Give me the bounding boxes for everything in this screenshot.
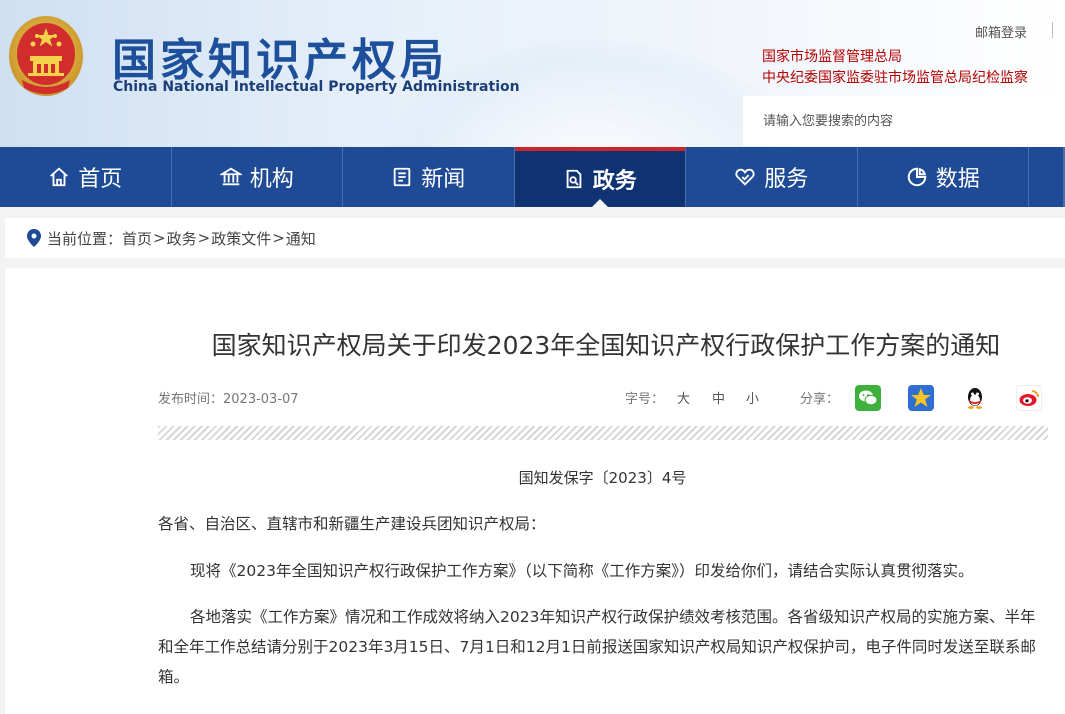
discipline-inspection-link[interactable]: 中央纪委国家监委驻市场监管总局纪检监察: [762, 67, 1028, 87]
service-icon: [735, 168, 755, 186]
article-title: 国家知识产权局关于印发2023年全国知识产权行政保护工作方案的通知: [211, 331, 1001, 360]
institution-icon: [219, 167, 242, 186]
breadcrumb-notice[interactable]: 通知: [286, 228, 316, 249]
nav-item-institution[interactable]: 机构: [172, 147, 343, 207]
breadcrumb-home[interactable]: 首页: [122, 228, 152, 249]
document-number: 国知发保字〔2023〕4号: [518, 469, 687, 487]
publish-date: 2023-03-07: [223, 392, 299, 407]
font-size-large[interactable]: 大: [677, 388, 690, 407]
paragraph-2: 各地落实《工作方案》情况和工作成效将纳入2023年知识产权行政保护绩效考核范围。…: [158, 608, 1036, 686]
breadcrumb-separator: >: [197, 229, 211, 247]
nav-item-government-affairs[interactable]: 政务: [514, 147, 686, 208]
nav-label: 政务: [592, 169, 637, 194]
nav-item-home[interactable]: 首页: [0, 147, 172, 207]
top-divider: [1052, 22, 1053, 38]
publish-label: 发布时间：: [158, 392, 224, 407]
nav-label: 新闻: [421, 167, 466, 192]
share-label: 分享：: [800, 392, 840, 407]
wechat-icon[interactable]: [855, 385, 881, 411]
qzone-icon[interactable]: [908, 385, 934, 411]
font-size-small[interactable]: 小: [746, 388, 759, 407]
font-size-label: 字号：: [625, 392, 665, 407]
search-input[interactable]: [743, 96, 1065, 146]
data-icon: [907, 167, 926, 187]
title-divider-hatch: [158, 426, 1048, 440]
home-icon: [50, 167, 69, 187]
breadcrumb-policy-documents[interactable]: 政策文件: [211, 228, 271, 249]
site-subtitle: China National Intellectual Property Adm…: [113, 79, 520, 95]
breadcrumb: 当前位置： 首页 > 政务 > 政策文件 > 通知: [5, 218, 1065, 258]
salutation: 各省、自治区、直辖市和新疆生产建设兵团知识产权局：: [158, 515, 546, 533]
font-size-medium[interactable]: 中: [712, 388, 725, 407]
breadcrumb-prefix: 当前位置：: [47, 229, 123, 248]
nav-label: 服务: [764, 167, 809, 192]
nav-label: 首页: [78, 167, 123, 192]
nav-item-news[interactable]: 新闻: [343, 147, 515, 207]
article: 国家知识产权局关于印发2023年全国知识产权行政保护工作方案的通知 发布时间：2…: [5, 268, 1065, 714]
nav-label: 机构: [249, 167, 294, 192]
paragraph-1: 现将《2023年全国知识产权行政保护工作方案》（以下简称《工作方案》）印发给你们…: [190, 562, 974, 580]
site-header: 国家知识产权局 China National Intellectual Prop…: [0, 0, 1065, 147]
publish-info: 发布时间：2023-03-07: [158, 388, 299, 407]
samr-link[interactable]: 国家市场监督管理总局: [762, 46, 902, 66]
nav-label: 数据: [935, 167, 980, 192]
breadcrumb-government-affairs[interactable]: 政务: [167, 228, 197, 249]
breadcrumb-separator: >: [272, 229, 285, 247]
qq-icon[interactable]: [962, 385, 988, 411]
breadcrumb-separator: >: [153, 229, 166, 247]
nav-item-data[interactable]: 数据: [858, 147, 1029, 207]
nav-item-service[interactable]: 服务: [686, 147, 858, 207]
news-icon: [393, 167, 411, 187]
main-nav: 首页 机构 新闻 政务 服务 数据: [0, 147, 1065, 208]
email-login-link[interactable]: 邮箱登录: [975, 22, 1027, 41]
weibo-icon[interactable]: [1016, 385, 1042, 411]
government-affairs-icon: [566, 169, 582, 189]
location-pin-icon: [27, 229, 41, 247]
national-emblem-icon[interactable]: [8, 14, 84, 98]
